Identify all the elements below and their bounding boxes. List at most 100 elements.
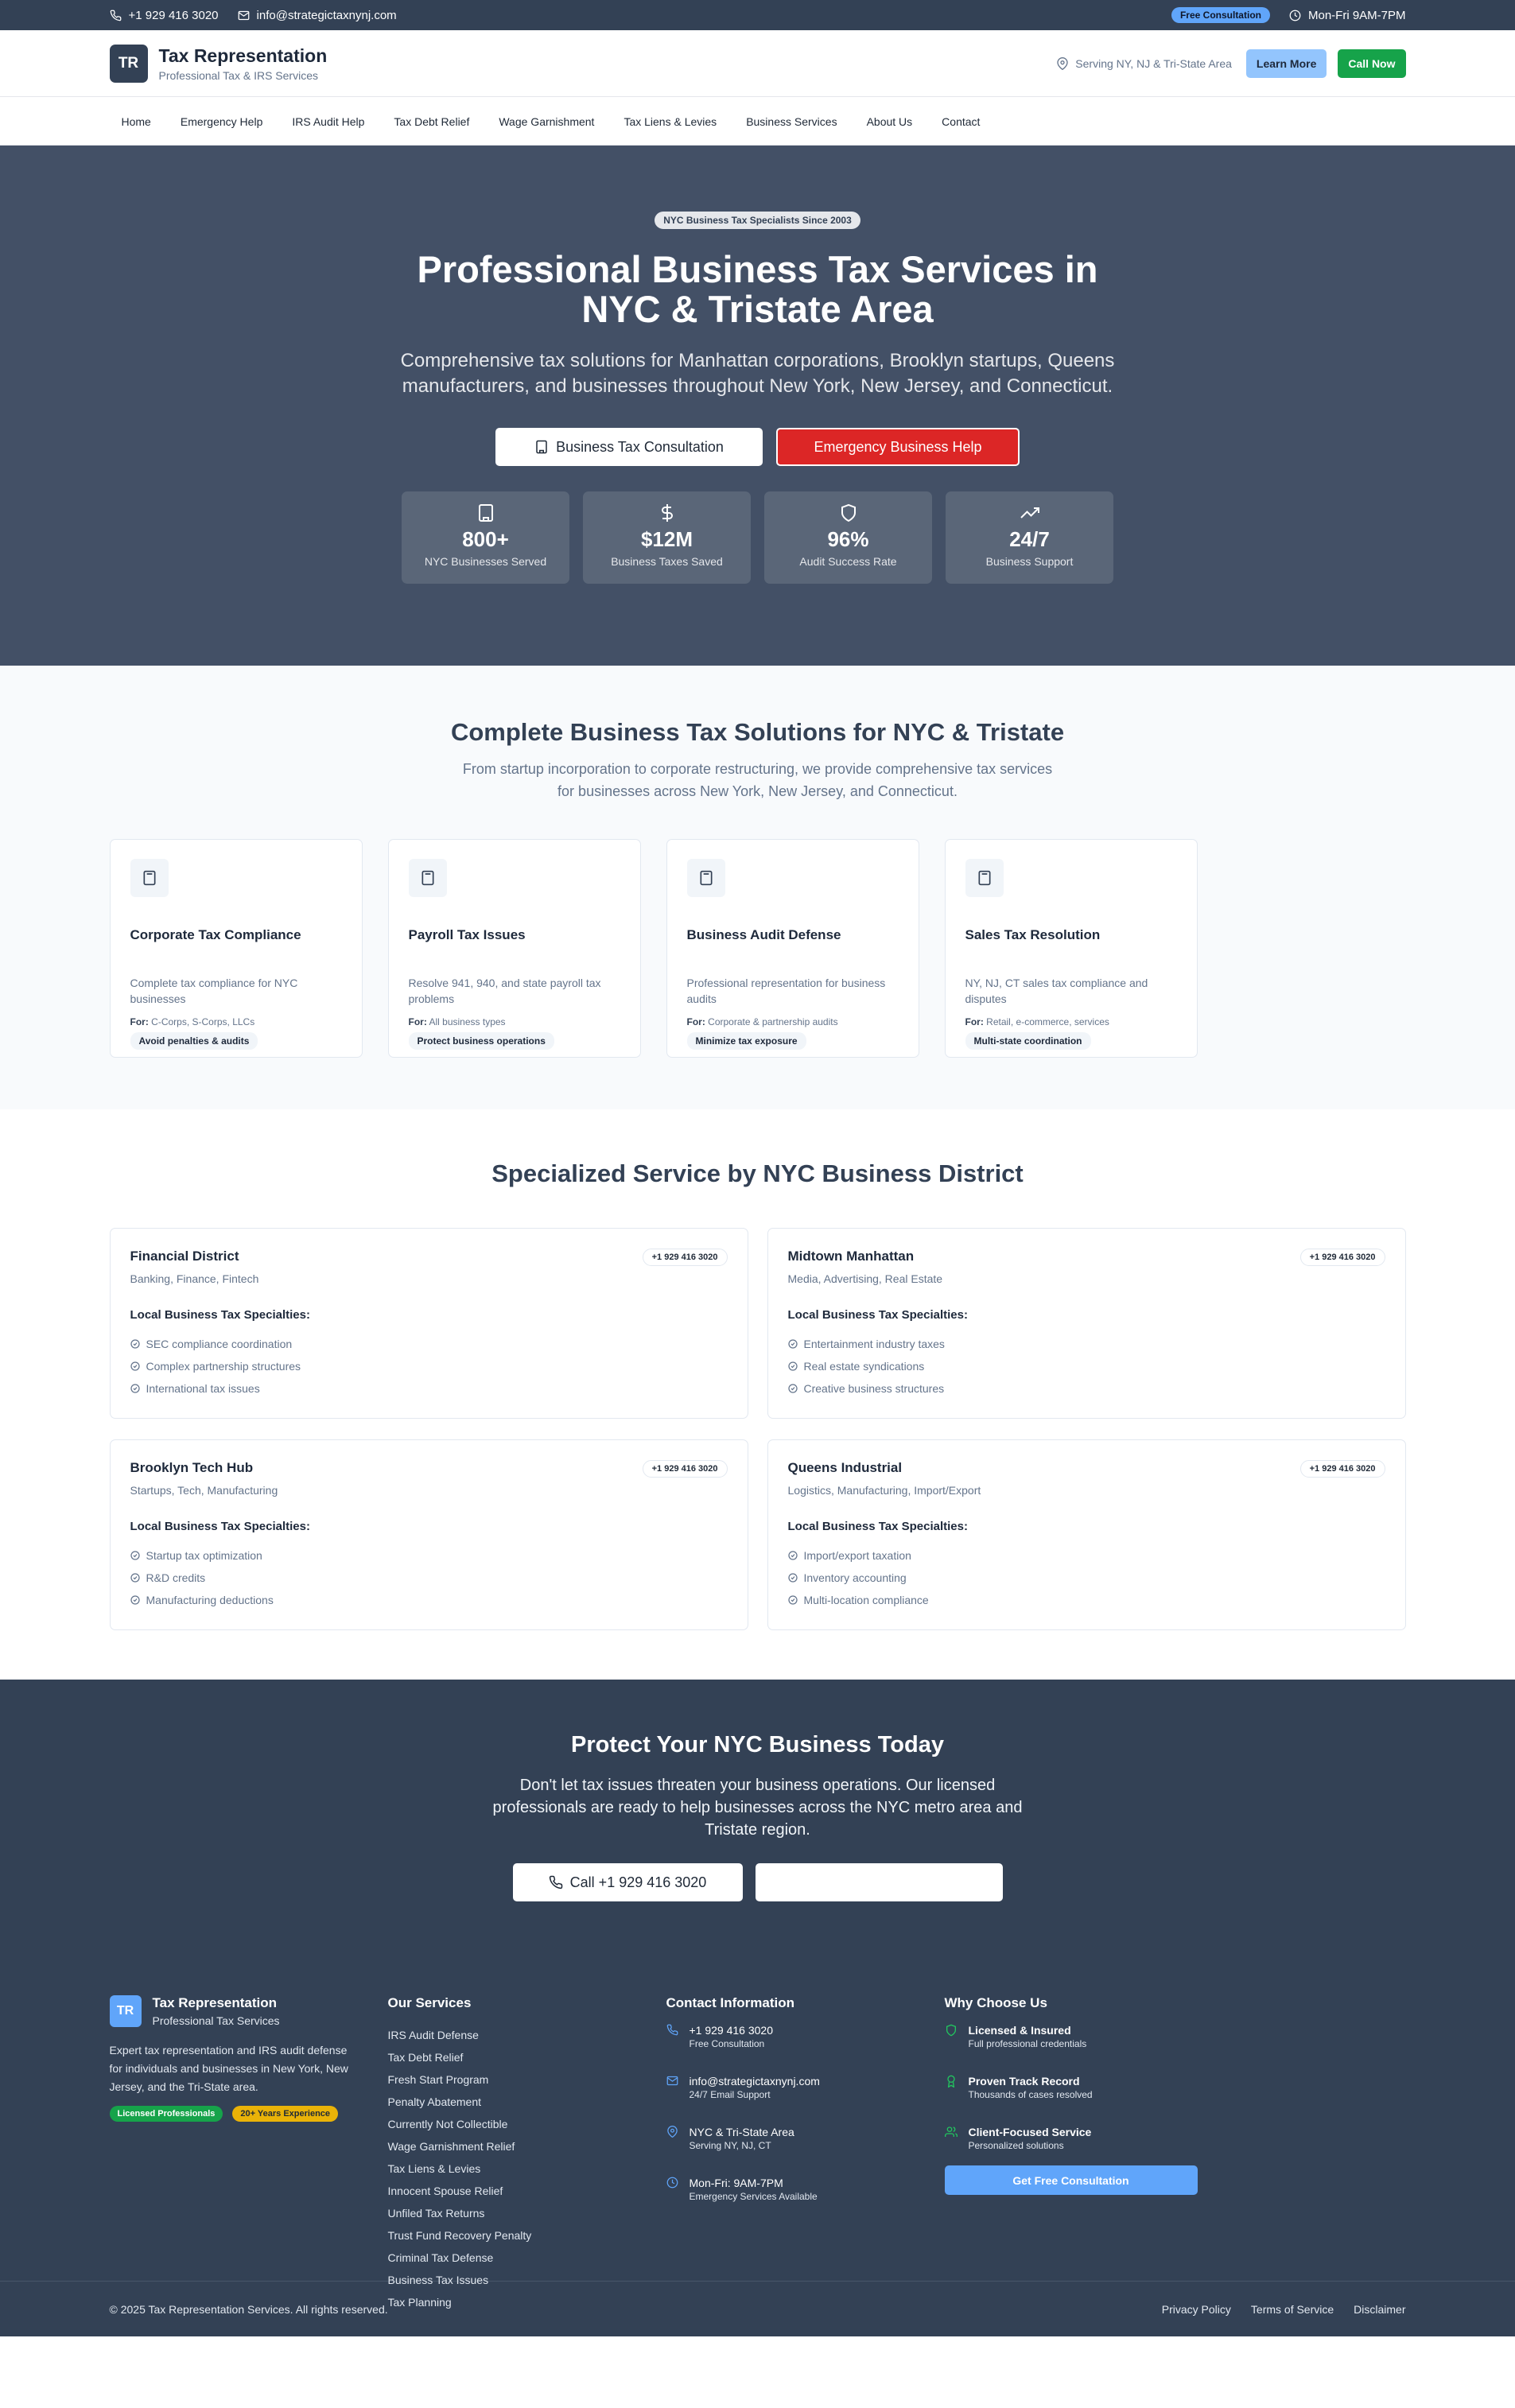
card-description: Resolve 941, 940, and state payroll tax … [408,977,601,1005]
stat-label: Audit Success Rate [799,555,897,568]
card-tag: Minimize tax exposure [686,1032,806,1050]
solutions-subtitle: From startup incorporation to corporate … [462,761,1053,799]
nav-item-tax-liens-levies[interactable]: Tax Liens & Levies [623,115,717,128]
trending-up-icon [1020,503,1039,522]
footer-service-link[interactable]: Criminal Tax Defense [388,2247,641,2269]
nav-item-home[interactable]: Home [122,115,151,128]
footer-service-link[interactable]: Tax Liens & Levies [388,2157,641,2180]
users-icon [944,2126,958,2164]
nav-item-business-services[interactable]: Business Services [746,115,837,128]
footer-contact-hours: Mon-Fri: 9AM-7PM Emergency Services Avail… [666,2177,919,2215]
footer-service-link[interactable]: Wage Garnishment Relief [388,2135,641,2157]
districts-title: Specialized Service by NYC Business Dist… [491,1159,1024,1187]
footer-contact-email[interactable]: info@strategictaxnynj.com 24/7 Email Supp… [666,2075,919,2113]
check-circle-icon [130,1595,140,1605]
service-card[interactable]: Payroll Tax Issues Resolve 941, 940, and… [387,839,641,1058]
cta-subtitle: Don't let tax issues threaten your busin… [492,1777,1023,1839]
district-phone-badge[interactable]: +1 929 416 3020 [1299,1249,1385,1266]
topbar-email[interactable]: info@strategictaxnynj.com [238,9,397,22]
check-circle-icon [787,1384,798,1393]
terms-of-service-link[interactable]: Terms of Service [1251,2303,1334,2316]
footer-contact-phone[interactable]: +1 929 416 3020 Free Consultation [666,2024,919,2062]
footer-service-link[interactable]: Trust Fund Recovery Penalty [388,2224,641,2247]
check-circle-icon [130,1384,140,1393]
business-tax-consultation-button[interactable]: Business Tax Consultation [495,428,763,466]
nav-item-tax-debt-relief[interactable]: Tax Debt Relief [394,115,469,128]
serving-area-text: Serving NY, NJ & Tri-State Area [1075,57,1232,70]
nav-item-contact[interactable]: Contact [942,115,980,128]
district-specialties-heading: Local Business Tax Specialties: [787,1308,968,1322]
service-card[interactable]: Business Audit Defense Professional repr… [666,839,919,1058]
footer-contact: Contact Information +1 929 416 3020 Free … [666,1995,919,2313]
service-card[interactable]: Corporate Tax Compliance Complete tax co… [109,839,363,1058]
cta-call-button[interactable]: Call +1 929 416 3020 [512,1863,743,1901]
map-pin-icon [1056,57,1069,70]
district-phone-badge[interactable]: +1 929 416 3020 [642,1460,728,1478]
emergency-business-help-button[interactable]: Emergency Business Help [776,428,1020,466]
solutions-section: Complete Business Tax Solutions for NYC … [0,666,1515,1109]
list-item: R&D credits [130,1567,728,1589]
brand-logo-link[interactable]: TR Tax Representation Professional Tax &… [109,45,328,83]
card-title: Business Audit Defense [686,927,841,942]
contact-sub: Free Consultation [689,2038,765,2049]
card-for: For: Corporate & partnership audits [687,1016,899,1027]
footer-logo: TR [109,1995,142,2027]
specialty-text: International tax issues [146,1382,260,1395]
licensed-badge: Licensed Professionals [109,2106,223,2122]
footer-service-link[interactable]: Innocent Spouse Relief [388,2180,641,2202]
call-now-button[interactable]: Call Now [1338,49,1406,78]
get-free-consultation-button[interactable]: Get Free Consultation [944,2165,1198,2195]
topbar-hours: Mon-Fri 9AM-7PM [1289,9,1406,22]
district-specialties-heading: Local Business Tax Specialties: [130,1308,310,1322]
stat-value: $12M [640,527,693,551]
footer-service-link[interactable]: Tax Debt Relief [388,2046,641,2068]
footer-why: Why Choose Us Licensed & Insured Full pro… [944,1995,1198,2313]
footer-bottom-bar: © 2025 Tax Representation Services. All … [0,2281,1515,2336]
footer-brand-subtitle: Professional Tax Services [152,2014,280,2027]
stat-card: 24/7 Business Support [946,491,1113,584]
footer-service-link[interactable]: Currently Not Collectible [388,2113,641,2135]
specialty-text: Entertainment industry taxes [803,1338,945,1350]
list-item: Entertainment industry taxes [787,1333,1385,1355]
footer-service-link[interactable]: IRS Audit Defense [388,2024,641,2046]
footer-service-link[interactable]: Unfiled Tax Returns [388,2202,641,2224]
logo: TR [109,45,148,83]
list-item: Import/export taxation [787,1544,1385,1567]
specialty-text: Import/export taxation [803,1549,911,1562]
specialty-text: Inventory accounting [803,1571,907,1584]
district-phone-badge[interactable]: +1 929 416 3020 [1299,1460,1385,1478]
free-consultation-badge: Free Consultation [1171,7,1270,23]
footer-service-link[interactable]: Fresh Start Program [388,2068,641,2091]
hero-title: Professional Business Tax Services in NY… [417,248,1098,330]
footer-service-link[interactable]: Penalty Abatement [388,2091,641,2113]
card-tag: Multi-state coordination [965,1032,1091,1050]
why-item: Licensed & Insured Full professional cred… [945,2024,1198,2062]
stat-label: NYC Businesses Served [424,555,547,568]
privacy-policy-link[interactable]: Privacy Policy [1162,2303,1231,2316]
calculator-icon [408,859,447,897]
list-item: Creative business structures [787,1377,1385,1400]
district-card: Brooklyn Tech Hub +1 929 416 3020 Startu… [109,1439,748,1630]
shield-icon [839,503,858,522]
learn-more-button[interactable]: Learn More [1245,49,1327,78]
why-sub: Personalized solutions [968,2140,1064,2151]
clock-icon [1289,10,1301,21]
list-item: International tax issues [130,1377,728,1400]
contact-main: Mon-Fri: 9AM-7PM [689,2177,783,2189]
nav-item-irs-audit-help[interactable]: IRS Audit Help [292,115,364,128]
nav-item-about-us[interactable]: About Us [867,115,913,128]
why-sub: Full professional credentials [968,2038,1087,2049]
district-name: Queens Industrial [787,1460,903,1475]
district-phone-badge[interactable]: +1 929 416 3020 [642,1249,728,1266]
service-card[interactable]: Sales Tax Resolution NY, NJ, CT sales ta… [944,839,1198,1058]
brand-title: Tax Representation [158,45,328,66]
topbar-phone[interactable]: +1 929 416 3020 [110,9,219,22]
check-circle-icon [130,1573,140,1583]
nav-item-emergency-help[interactable]: Emergency Help [181,115,263,128]
cta-secondary-button[interactable] [755,1863,1003,1901]
stat-label: Business Taxes Saved [611,555,723,568]
footer-about: TR Tax Representation Professional Tax S… [109,1995,363,2313]
card-title: Payroll Tax Issues [408,927,526,942]
nav-item-wage-garnishment[interactable]: Wage Garnishment [499,115,594,128]
disclaimer-link[interactable]: Disclaimer [1354,2303,1405,2316]
